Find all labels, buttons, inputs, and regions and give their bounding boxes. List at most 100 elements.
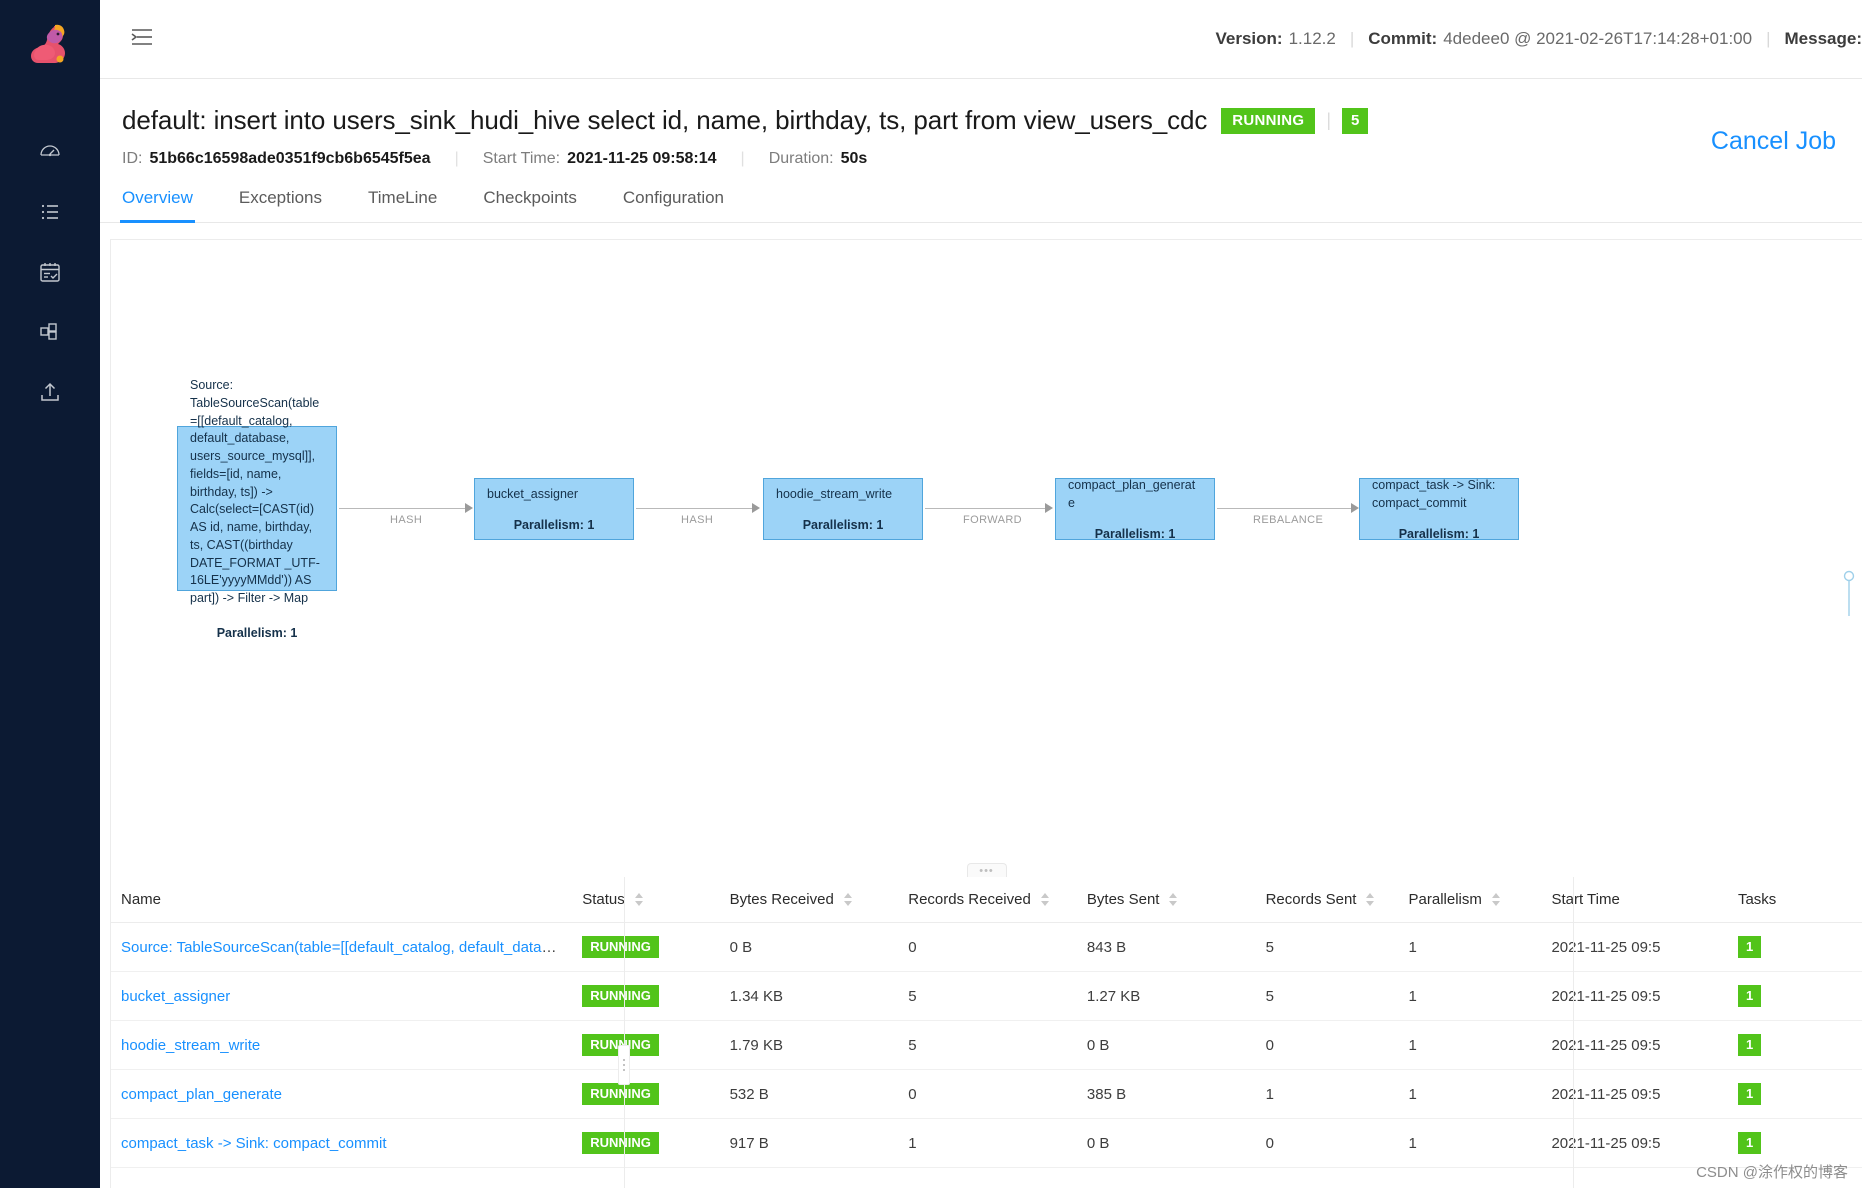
divider: | bbox=[454, 150, 459, 167]
upload-icon bbox=[38, 380, 62, 404]
watermark: CSDN @涂作权的博客 bbox=[1696, 1164, 1848, 1181]
subtask-link[interactable]: compact_plan_generate bbox=[121, 1086, 282, 1103]
sidebar-item-completed-jobs[interactable] bbox=[0, 242, 100, 302]
graph-edge-label: HASH bbox=[681, 514, 714, 526]
sidebar-item-running-jobs[interactable] bbox=[0, 182, 100, 242]
graph-node-hoodie-stream-write[interactable]: hoodie_stream_write Parallelism: 1 bbox=[763, 478, 923, 540]
table-row[interactable]: hoodie_stream_writeRUNNING1.79 KB50 B012… bbox=[111, 1020, 1862, 1070]
sort-icon[interactable] bbox=[1366, 893, 1375, 906]
graph-node-compact-task-sink[interactable]: compact_task -> Sink: compact_commit Par… bbox=[1359, 478, 1519, 541]
panel-splitter[interactable]: ••• bbox=[966, 863, 1007, 877]
flink-squirrel-logo[interactable] bbox=[20, 14, 80, 74]
column-header-records-received[interactable]: Records Received bbox=[898, 877, 1077, 923]
cell-bytes-sent: 385 B bbox=[1076, 1069, 1256, 1119]
cancel-job-button[interactable]: Cancel Job bbox=[1711, 127, 1836, 156]
cell-records-received: 0 bbox=[898, 922, 1077, 972]
column-header-parallelism[interactable]: Parallelism bbox=[1398, 877, 1542, 923]
cell-records-received: 0 bbox=[898, 1069, 1077, 1119]
graph-edge-arrow bbox=[1351, 503, 1359, 513]
column-divider bbox=[624, 877, 625, 1188]
tab-overview[interactable]: Overview bbox=[120, 188, 195, 223]
column-header-start-time[interactable]: Start Time bbox=[1541, 877, 1728, 923]
sidebar bbox=[0, 0, 100, 1188]
sidebar-item-task-managers[interactable] bbox=[0, 302, 100, 362]
cell-start-time: 2021-11-25 09:5 bbox=[1541, 922, 1728, 972]
sidebar-item-submit-new-job[interactable] bbox=[0, 362, 100, 422]
table-row[interactable]: bucket_assigner RUNNING 1.34 KB 5 1.27 KB 5 1 2… bbox=[111, 971, 1862, 1021]
subtask-link[interactable]: compact_task -> Sink: compact_commit bbox=[121, 1135, 387, 1152]
tab-exceptions[interactable]: Exceptions bbox=[239, 188, 322, 222]
topbar: Version: 1.12.2 | Commit: 4dedee0 @ 2021… bbox=[100, 0, 1862, 79]
version-value: 1.12.2 bbox=[1288, 29, 1336, 48]
graph-node-label: bucket_assigner bbox=[487, 487, 579, 502]
column-divider bbox=[1573, 877, 1574, 1188]
column-header-tasks[interactable]: Tasks bbox=[1727, 877, 1862, 923]
cell-tasks: 1 bbox=[1727, 922, 1862, 972]
job-tabs: Overview Exceptions TimeLine Checkpoints… bbox=[100, 188, 1862, 223]
cell-records-sent: 5 bbox=[1255, 971, 1399, 1021]
sidebar-item-overview[interactable] bbox=[0, 122, 100, 182]
graph-edge bbox=[925, 508, 1047, 509]
cell-parallelism: 1 bbox=[1398, 1118, 1542, 1168]
cell-status: RUNNING bbox=[572, 1118, 720, 1168]
flink-dashboard: Version: 1.12.2 | Commit: 4dedee0 @ 2021… bbox=[0, 0, 1862, 1188]
cell-bytes-received: 1.79 KB bbox=[719, 1020, 899, 1070]
table-row[interactable]: Source: TableSourceScan(table=[[default_… bbox=[111, 922, 1862, 972]
calendar-check-icon bbox=[38, 260, 62, 284]
menu-toggle-button[interactable] bbox=[122, 19, 162, 59]
graph-node-label: hoodie_stream_write bbox=[776, 487, 893, 502]
cell-records-sent: 0 bbox=[1255, 1020, 1399, 1070]
column-label: Start Time bbox=[1551, 891, 1620, 908]
cell-start-time: 2021-11-25 09:5 bbox=[1541, 1069, 1728, 1119]
subtask-link[interactable]: Source: TableSourceScan(table=[[default_… bbox=[121, 939, 572, 956]
cell-name: bucket_assigner bbox=[111, 971, 573, 1021]
tab-timeline[interactable]: TimeLine bbox=[368, 188, 437, 222]
subtask-link[interactable]: bucket_assigner bbox=[121, 988, 230, 1005]
cell-status: RUNNING bbox=[572, 1069, 720, 1119]
cell-parallelism: 1 bbox=[1398, 971, 1542, 1021]
sort-icon[interactable] bbox=[1040, 893, 1049, 906]
sort-icon[interactable] bbox=[1169, 893, 1178, 906]
cell-records-received: 5 bbox=[898, 971, 1077, 1021]
cell-bytes-received: 0 B bbox=[719, 922, 899, 972]
graph-node-parallelism: Parallelism: 1 bbox=[802, 517, 884, 532]
start-time-value: 2021-11-25 09:58:14 bbox=[567, 150, 717, 167]
subtasks-table: Name Status Bytes Received Records Recei… bbox=[110, 877, 1862, 1188]
sort-icon[interactable] bbox=[634, 893, 643, 906]
cell-start-time: 2021-11-25 09:5 bbox=[1541, 1020, 1728, 1070]
graph-node-parallelism: Parallelism: 1 bbox=[216, 625, 298, 640]
graph-node-label: compact_task -> Sink: compact_commit bbox=[1372, 478, 1496, 510]
graph-edge-arrow bbox=[1045, 503, 1053, 513]
column-header-bytes-received[interactable]: Bytes Received bbox=[719, 877, 899, 923]
subtask-link[interactable]: hoodie_stream_write bbox=[121, 1037, 260, 1054]
table-row[interactable]: compact_plan_generate RUNNING 532 B 0 385 B1… bbox=[111, 1069, 1862, 1119]
column-header-status[interactable]: Status bbox=[572, 877, 720, 923]
graph-node-bucket-assigner[interactable]: bucket_assigner Parallelism: 1 bbox=[474, 478, 634, 540]
cell-name: Source: TableSourceScan(table=[[default_… bbox=[111, 922, 573, 972]
column-label: Bytes Received bbox=[729, 891, 834, 908]
graph-node-parallelism: Parallelism: 1 bbox=[1398, 526, 1480, 541]
tab-configuration[interactable]: Configuration bbox=[623, 188, 724, 222]
cell-tasks: 1 bbox=[1727, 1069, 1862, 1119]
graph-node-compact-plan-generate[interactable]: compact_plan_generate Parallelism: 1 bbox=[1055, 478, 1215, 541]
gauge-icon bbox=[38, 140, 62, 164]
cell-name: compact_plan_generate bbox=[111, 1069, 573, 1119]
job-graph[interactable]: Source: TableSourceScan(table=[[default_… bbox=[110, 239, 1862, 877]
sort-icon[interactable] bbox=[843, 893, 852, 906]
divider: | bbox=[1349, 29, 1355, 48]
graph-node-source[interactable]: Source: TableSourceScan(table=[[default_… bbox=[177, 378, 337, 640]
column-header-bytes-sent[interactable]: Bytes Sent bbox=[1076, 877, 1256, 923]
tab-checkpoints[interactable]: Checkpoints bbox=[483, 188, 577, 222]
sort-icon[interactable] bbox=[1491, 893, 1500, 906]
column-header-records-sent[interactable]: Records Sent bbox=[1255, 877, 1399, 923]
job-id-label: ID: bbox=[122, 150, 143, 167]
tasks-badge: 1 bbox=[1737, 1034, 1762, 1056]
column-resize-handle[interactable] bbox=[618, 1045, 630, 1085]
graph-scroll-handle[interactable] bbox=[1842, 570, 1856, 618]
column-label: Bytes Sent bbox=[1086, 891, 1160, 908]
start-time-label: Start Time: bbox=[482, 150, 561, 167]
table-row[interactable]: compact_task -> Sink: compact_commit RUNN… bbox=[111, 1118, 1862, 1168]
column-label: Records Received bbox=[908, 891, 1031, 908]
column-header-name[interactable]: Name bbox=[111, 877, 573, 923]
cell-tasks: 1 bbox=[1727, 1020, 1862, 1070]
